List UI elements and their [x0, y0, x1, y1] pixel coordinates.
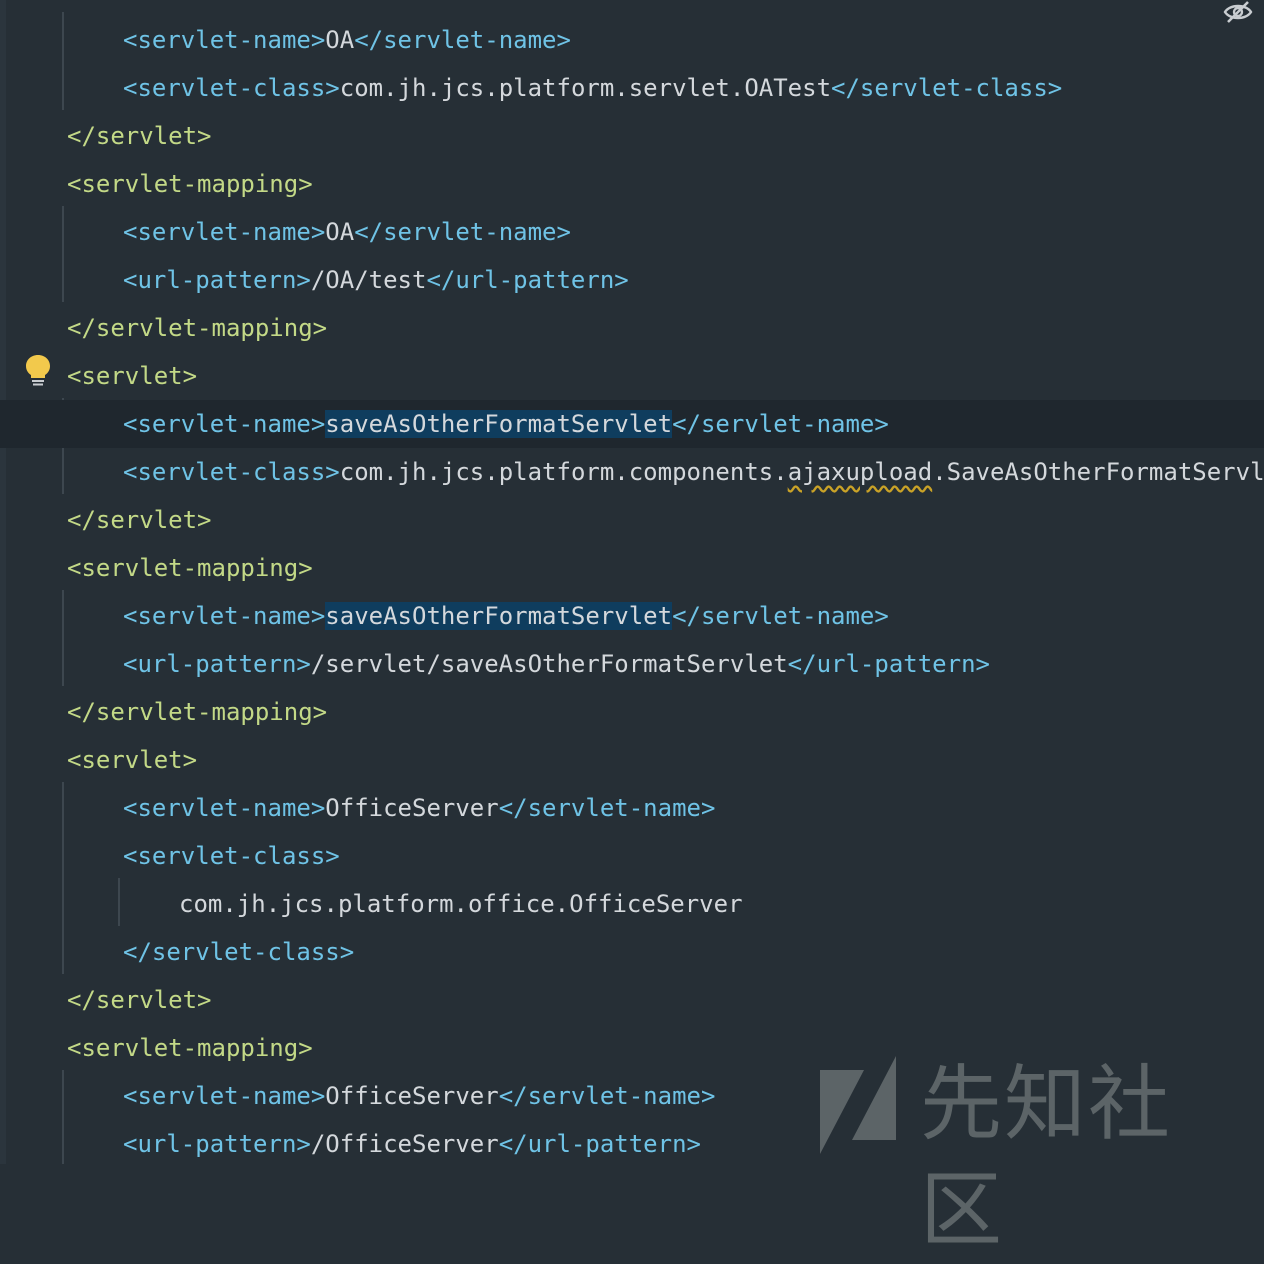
xml-open-tag: <servlet-name>: [123, 602, 326, 630]
xml-text: /OfficeServer: [310, 1130, 499, 1158]
xml-tag: <servlet>: [67, 362, 198, 390]
code-line[interactable]: </servlet-class>: [0, 928, 1264, 976]
watermark-text: 先知社区: [920, 1057, 1173, 1258]
xml-text: /servlet/saveAsOtherFormatServlet: [310, 650, 788, 678]
xml-close-tag: </url-pattern>: [787, 650, 990, 678]
xml-open-tag: <url-pattern>: [123, 266, 311, 294]
xml-text: /OA/test: [310, 266, 427, 294]
xml-open-tag: <servlet-name>: [123, 410, 326, 438]
code-line[interactable]: </servlet>: [0, 976, 1264, 1024]
code-line[interactable]: <servlet-class>: [0, 832, 1264, 880]
xml-text: com.jh.jcs.platform.servlet.OATest: [339, 74, 832, 102]
xml-close-tag: </servlet-name>: [672, 602, 889, 630]
xml-tag: <servlet>: [67, 746, 198, 774]
code-line-current[interactable]: <servlet-name>saveAsOtherFormatServlet</…: [0, 400, 1264, 448]
xml-tag: </servlet>: [67, 506, 212, 534]
eye-crossed-icon[interactable]: [1222, 0, 1254, 24]
xml-close-tag: </url-pattern>: [426, 266, 629, 294]
xml-text: OfficeServer: [325, 794, 499, 822]
code-line[interactable]: <servlet-name>OA</servlet-name>: [0, 208, 1264, 256]
xml-text: OA: [325, 218, 355, 246]
code-line[interactable]: </servlet-mapping>: [0, 304, 1264, 352]
xml-tag: <servlet-mapping>: [67, 1034, 313, 1062]
xml-text-highlighted: saveAsOtherFormatServlet: [325, 410, 673, 438]
watermark-logo-icon: [820, 1056, 896, 1154]
xml-close-tag: </servlet-name>: [672, 410, 889, 438]
lightbulb-icon[interactable]: [24, 354, 52, 386]
code-line[interactable]: </servlet>: [0, 112, 1264, 160]
xml-open-tag: <servlet-name>: [123, 218, 326, 246]
xml-close-tag: </url-pattern>: [498, 1130, 701, 1158]
code-line[interactable]: </servlet>: [0, 496, 1264, 544]
code-line[interactable]: <servlet-name>saveAsOtherFormatServlet</…: [0, 592, 1264, 640]
xml-text: OA: [325, 26, 355, 54]
xml-open-tag: <url-pattern>: [123, 650, 311, 678]
xml-close-tag: </servlet-name>: [354, 26, 571, 54]
code-line[interactable]: <servlet-mapping>: [0, 544, 1264, 592]
xml-text: com.jh.jcs.platform.components.: [339, 458, 788, 486]
xml-open-tag: <servlet-name>: [123, 1082, 326, 1110]
code-line[interactable]: <url-pattern>/servlet/saveAsOtherFormatS…: [0, 640, 1264, 688]
code-line[interactable]: <servlet>: [0, 352, 1264, 400]
xml-open-tag: <servlet-class>: [123, 74, 340, 102]
xml-tag: </servlet-mapping>: [67, 698, 328, 726]
code-line[interactable]: com.jh.jcs.platform.office.OfficeServer: [0, 880, 1264, 928]
xml-close-tag: </servlet-class>: [831, 74, 1063, 102]
xml-tag: <servlet-class>: [123, 842, 340, 870]
xml-tag: <servlet-mapping>: [67, 554, 313, 582]
xml-tag: </servlet>: [67, 122, 212, 150]
xml-tag: </servlet>: [67, 986, 212, 1014]
code-line[interactable]: <servlet-class>com.jh.jcs.platform.compo…: [0, 448, 1264, 496]
code-editor[interactable]: <servlet-name>OA</servlet-name> <servlet…: [0, 0, 1264, 1258]
xml-text: OfficeServer: [325, 1082, 499, 1110]
code-line[interactable]: <servlet-mapping>: [0, 160, 1264, 208]
code-line[interactable]: <servlet-class>com.jh.jcs.platform.servl…: [0, 64, 1264, 112]
code-line[interactable]: </servlet-mapping>: [0, 688, 1264, 736]
watermark: 先知社区: [812, 1052, 1242, 1258]
xml-open-tag: <servlet-class>: [123, 458, 340, 486]
xml-close-tag: </servlet-name>: [354, 218, 571, 246]
xml-close-tag: </servlet-name>: [498, 794, 716, 822]
xml-text: .SaveAsOtherFormatServlet: [932, 458, 1264, 486]
code-line[interactable]: <url-pattern>/OA/test</url-pattern>: [0, 256, 1264, 304]
xml-tag: <servlet-mapping>: [67, 170, 313, 198]
xml-open-tag: <servlet-name>: [123, 794, 326, 822]
xml-text-highlighted: saveAsOtherFormatServlet: [325, 602, 673, 630]
xml-tag: </servlet-mapping>: [67, 314, 328, 342]
xml-close-tag: </servlet-name>: [498, 1082, 716, 1110]
code-line[interactable]: <servlet-name>OfficeServer</servlet-name…: [0, 784, 1264, 832]
xml-text: com.jh.jcs.platform.office.OfficeServer: [179, 890, 743, 918]
xml-open-tag: <url-pattern>: [123, 1130, 311, 1158]
code-line[interactable]: <servlet-name>OA</servlet-name>: [0, 16, 1264, 64]
xml-tag: </servlet-class>: [123, 938, 355, 966]
xml-text-warning: ajaxupload: [787, 458, 933, 486]
code-line[interactable]: <servlet>: [0, 736, 1264, 784]
xml-open-tag: <servlet-name>: [123, 26, 326, 54]
